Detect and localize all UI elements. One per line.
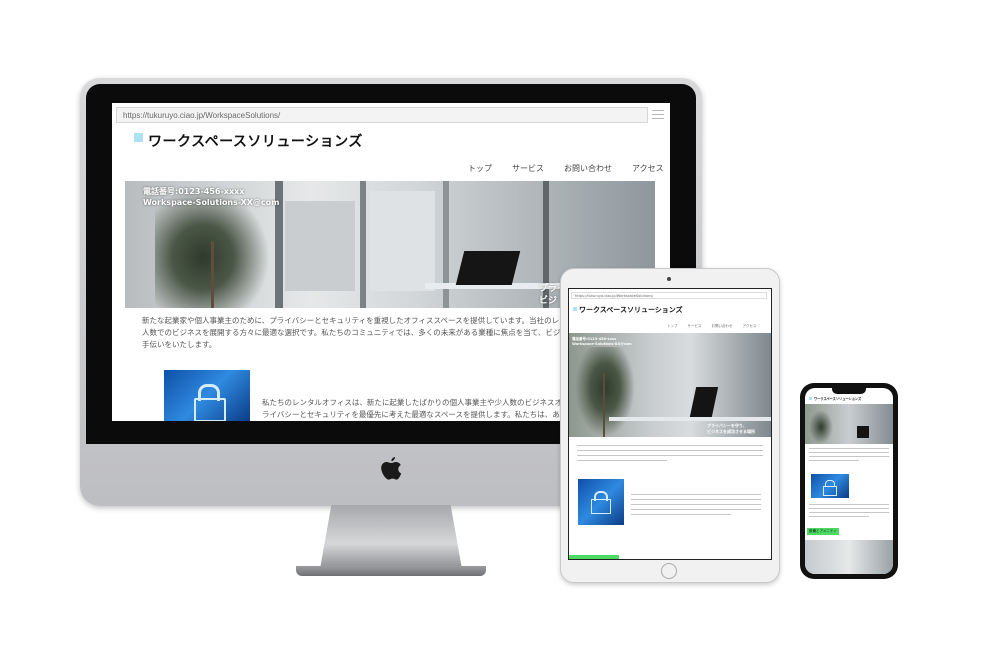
phone-text-line: [809, 456, 889, 457]
phone-text-line: [809, 516, 869, 517]
tablet-text-line: [631, 514, 731, 515]
desktop-stand-foot: [296, 566, 486, 576]
tablet-text-line: [577, 445, 763, 446]
tablet-text-line: [577, 455, 763, 456]
tablet-nav-top[interactable]: トップ: [667, 324, 678, 329]
tablet-nav: トップ サービス お問い合わせ アクセス: [667, 324, 756, 329]
tablet-camera: [667, 277, 671, 281]
desktop-intro-line-3: 手伝いをいたします。: [142, 340, 217, 349]
phone-logo-icon: [809, 397, 812, 400]
desktop-section-line-1: 私たちのレンタルオフィスは、新たに起業したばかりの個人事業主や少人数のビジネスオ…: [262, 398, 577, 407]
phone-section-label: 設備とアメニティ: [807, 528, 839, 535]
tablet-text-line: [577, 460, 667, 461]
phone-security-image: [811, 474, 849, 498]
phone-text-line: [809, 452, 889, 453]
tablet-nav-access[interactable]: アクセス: [743, 324, 757, 329]
phone-text-line: [809, 508, 889, 509]
tablet-hero-title-2: ビジネスを成功させる場所: [707, 429, 755, 434]
tablet-security-image: [578, 479, 624, 525]
tablet-text-line: [631, 499, 761, 500]
desktop-url-bar[interactable]: https://tukuruyo.ciao.jp/WorkspaceSoluti…: [116, 107, 648, 123]
tablet-text-line: [631, 509, 761, 510]
desktop-security-image: [164, 370, 250, 421]
desktop-nav-access[interactable]: アクセス: [632, 163, 664, 174]
desktop-nav-contact[interactable]: お問い合わせ: [564, 163, 612, 174]
desktop-section-line-2: ライバシーとセキュリティを最優先に考えた最適なスペースを提供します。私たちは、あ…: [262, 410, 575, 419]
phone-amenity-image: [805, 540, 893, 574]
tablet-url-bar[interactable]: https://tukuruyo.ciao.jp/WorkspaceSoluti…: [571, 292, 767, 299]
phone-text-line: [809, 448, 889, 449]
tablet-screen: https://tukuruyo.ciao.jp/WorkspaceSoluti…: [568, 288, 772, 560]
desktop-phone-number: 電話番号:0123-456-xxxx: [143, 187, 245, 196]
tablet-nav-contact[interactable]: お問い合わせ: [712, 324, 733, 329]
desktop-nav-top[interactable]: トップ: [468, 163, 492, 174]
desktop-menu-icon[interactable]: [652, 110, 664, 120]
desktop-intro-line-2: 人数でのビジネスを展開する方々に最適な選択です。私たちのコミュニティでは、多くの…: [142, 328, 591, 337]
desktop-stand: [320, 505, 462, 569]
tablet-email[interactable]: Workspace-Solutions-XX@com: [572, 342, 632, 346]
phone-screen: ワークスペースソリューションズ 設備とアメニティ: [805, 388, 893, 574]
desktop-intro-line-1: 新たな起業家や個人事業主のために、プライバシーとセキュリティを重視したオフィスス…: [142, 316, 590, 325]
desktop-email[interactable]: Workspace-Solutions-XX@com: [143, 197, 279, 208]
tablet-green-bar: [569, 555, 619, 559]
tablet-text-line: [631, 494, 761, 495]
phone-text-line: [809, 512, 889, 513]
phone-text-line: [809, 504, 889, 505]
phone-notch: [832, 388, 866, 394]
tablet-logo-text[interactable]: ワークスペースソリューションズ: [579, 305, 683, 315]
desktop-logo-text[interactable]: ワークスペースソリューションズ: [148, 131, 363, 151]
tablet-nav-service[interactable]: サービス: [688, 324, 702, 329]
tablet-text-line: [631, 504, 761, 505]
apple-logo-icon: [381, 457, 402, 480]
phone-text-line: [809, 460, 859, 461]
tablet-logo-icon: [573, 307, 577, 311]
phone-hero-image: [805, 404, 893, 444]
desktop-nav: トップ サービス お問い合わせ アクセス: [468, 163, 664, 174]
phone-logo-text[interactable]: ワークスペースソリューションズ: [814, 396, 861, 401]
desktop-nav-service[interactable]: サービス: [512, 163, 544, 174]
desktop-logo-icon: [134, 133, 143, 142]
tablet-text-line: [577, 450, 763, 451]
desktop-hero-title-2: ビジ: [539, 296, 558, 306]
tablet-hero-image: 電話番号:0123-456-xxxx Workspace-Solutions-X…: [569, 333, 771, 437]
tablet-home-button[interactable]: [661, 563, 677, 579]
